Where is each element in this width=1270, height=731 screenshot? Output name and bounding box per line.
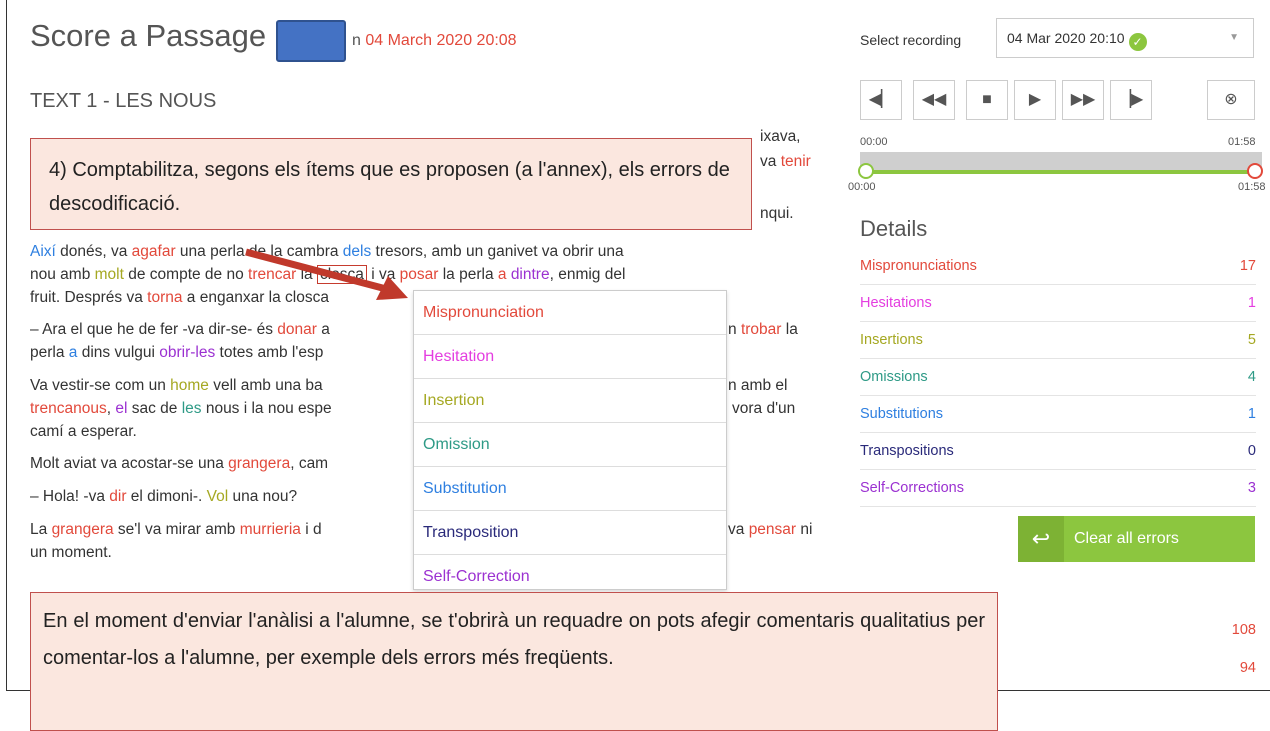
skip-back-button[interactable]: ◀▏ [860,80,902,120]
menu-item-mispronunciation[interactable]: Mispronunciation [414,291,726,335]
play-button[interactable]: ▶ [1014,80,1056,120]
rewind-button[interactable]: ◀◀ [913,80,955,120]
detail-self-corrections: Self-Corrections 3 [860,470,1256,507]
passage-line-end: vora d'un [732,400,796,417]
page-title: Score a Passage [30,18,267,53]
menu-item-hesitation[interactable]: Hesitation [414,335,726,379]
menu-item-substitution[interactable]: Substitution [414,467,726,511]
passage-line-end: ixava, [760,128,801,145]
fast-forward-button[interactable]: ▶▶ [1062,80,1104,120]
detail-hesitations: Hesitations 1 [860,285,1256,322]
range-end-time: 01:58 [1238,181,1266,193]
recording-select[interactable]: 04 Mar 2020 20:10 ✓ ▼ [996,18,1254,58]
detail-transpositions: Transpositions 0 [860,433,1256,470]
detail-substitutions: Substitutions 1 [860,396,1256,433]
skip-back-icon: ◀▏ [868,91,894,108]
detail-omissions: Omissions 4 [860,359,1256,396]
undo-arrow-icon: ↩ [1018,516,1064,562]
details-heading: Details [860,216,928,241]
fast-forward-icon: ▶▶ [1070,91,1096,108]
passage-line-end: nqui. [760,205,794,222]
passage-line-end: n amb el [728,377,788,394]
chevron-down-icon: ▼ [1229,32,1239,43]
arrow-icon [245,248,408,300]
error-type-menu: Mispronunciation Hesitation Insertion Om… [413,290,727,599]
range-end-handle[interactable] [1247,163,1263,179]
menu-item-insertion[interactable]: Insertion [414,379,726,423]
passage-line: La grangera se'l va mirar amb murrieria … [30,521,322,538]
stat-value: 108 [1231,622,1256,638]
stop-icon: ■ [982,91,992,108]
passage-line-end: va tenir [760,153,811,170]
passage-line: – Ara el que he de fer -va dir-se- és do… [30,321,330,338]
menu-item-omission[interactable]: Omission [414,423,726,467]
passage-line-end: va pensar ni [728,521,813,538]
play-icon: ▶ [1028,91,1042,108]
range-line [866,170,1260,174]
time-end: 01:58 [1228,136,1256,148]
page-date: n 04 March 2020 20:08 [352,32,517,49]
check-icon: ✓ [1128,33,1147,51]
detail-mispronunciations: Mispronunciations 17 [860,248,1256,285]
menu-item-transposition[interactable]: Transposition [414,511,726,555]
close-icon: ⊗ [1224,91,1238,108]
time-start: 00:00 [860,136,888,148]
passage-line: trencanous, el sac de les nous i la nou … [30,400,332,417]
passage-line: – Hola! -va dir el dimoni-. Vol una nou? [30,488,298,505]
instruction-callout: 4) Comptabilitza, segons els ítems que e… [30,138,752,230]
passage-line-end: n trobar la [728,321,798,338]
clear-all-errors-button[interactable]: ↩ Clear all errors [1018,516,1255,562]
passage-line: un moment. [30,544,112,561]
passage-line: Va vestir-se com un home vell amb una ba [30,377,323,394]
range-start-handle[interactable] [858,163,874,179]
stop-button[interactable]: ■ [966,80,1008,120]
passage-line: Molt aviat va acostar-se una grangera, c… [30,455,329,472]
skip-forward-button[interactable]: ▕▶ [1110,80,1152,120]
rewind-icon: ◀◀ [921,91,947,108]
passage-title: TEXT 1 - LES NOUS [30,90,217,112]
recording-label: Select recording [860,32,962,48]
detail-insertions: Insertions 5 [860,322,1256,359]
close-recording-button[interactable]: ⊗ [1207,80,1255,120]
waveform-track[interactable] [860,152,1262,172]
note-callout: En el moment d'enviar l'anàlisi a l'alum… [30,592,998,731]
redacted-name [276,20,346,62]
passage-line: camí a esperar. [30,423,137,440]
passage-line: perla a dins vulgui obrir-les totes amb … [30,344,324,361]
range-start-time: 00:00 [848,181,876,193]
skip-forward-icon: ▕▶ [1118,91,1144,108]
stat-value: 94 [1239,660,1256,676]
